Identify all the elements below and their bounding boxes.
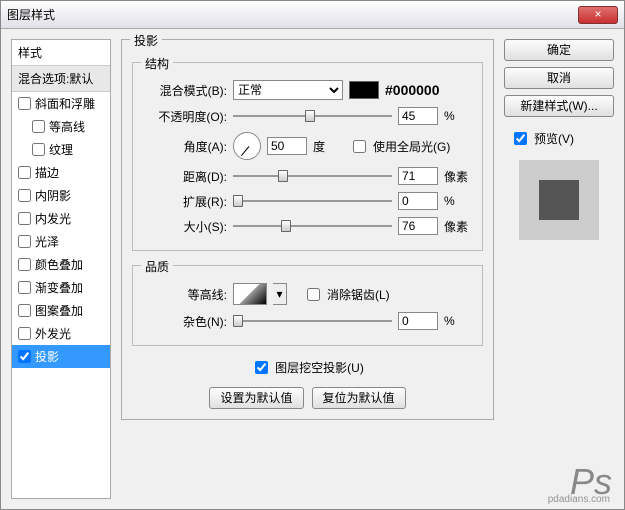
reset-default-button[interactable]: 复位为默认值 <box>312 387 406 409</box>
make-default-button[interactable]: 设置为默认值 <box>209 387 303 409</box>
spread-unit: % <box>444 194 474 208</box>
style-item-checkbox[interactable] <box>18 350 31 363</box>
style-item-checkbox[interactable] <box>18 235 31 248</box>
quality-title: 品质 <box>141 258 173 275</box>
center-panel: 投影 结构 混合模式(B): 正常 #000000 不透明度(O): 45 % <box>121 39 494 499</box>
watermark-url: pdadians.com <box>548 494 610 505</box>
style-item-label: 图案叠加 <box>35 302 83 319</box>
style-item-8[interactable]: 渐变叠加 <box>12 276 110 299</box>
style-item-3[interactable]: 描边 <box>12 161 110 184</box>
section-title: 投影 <box>130 32 162 49</box>
preview-thumbnail <box>519 160 599 240</box>
noise-label: 杂色(N): <box>141 313 227 330</box>
style-item-label: 描边 <box>35 164 59 181</box>
style-item-6[interactable]: 光泽 <box>12 230 110 253</box>
style-item-7[interactable]: 颜色叠加 <box>12 253 110 276</box>
style-item-label: 内发光 <box>35 210 71 227</box>
style-item-5[interactable]: 内发光 <box>12 207 110 230</box>
shadow-color-hex: #000000 <box>385 82 440 98</box>
opacity-value[interactable]: 45 <box>398 107 438 125</box>
contour-picker[interactable] <box>233 283 267 305</box>
style-list: 样式 混合选项:默认 斜面和浮雕等高线纹理描边内阴影内发光光泽颜色叠加渐变叠加图… <box>11 39 111 499</box>
style-item-label: 内阴影 <box>35 187 71 204</box>
style-item-checkbox[interactable] <box>18 212 31 225</box>
size-value[interactable]: 76 <box>398 217 438 235</box>
cancel-button[interactable]: 取消 <box>504 67 614 89</box>
shadow-color-swatch[interactable] <box>349 81 379 99</box>
style-item-label: 渐变叠加 <box>35 279 83 296</box>
style-item-label: 等高线 <box>49 118 85 135</box>
spread-value[interactable]: 0 <box>398 192 438 210</box>
noise-slider[interactable] <box>233 313 392 329</box>
opacity-slider[interactable] <box>233 108 392 124</box>
blend-mode-select[interactable]: 正常 <box>233 80 343 100</box>
titlebar: 图层样式 × <box>1 1 624 29</box>
size-unit: 像素 <box>444 218 474 235</box>
style-item-1[interactable]: 等高线 <box>12 115 110 138</box>
style-item-2[interactable]: 纹理 <box>12 138 110 161</box>
noise-value[interactable]: 0 <box>398 312 438 330</box>
blend-options-header[interactable]: 混合选项:默认 <box>12 66 110 92</box>
right-panel: 确定 取消 新建样式(W)... 预览(V) <box>504 39 614 499</box>
style-item-label: 颜色叠加 <box>35 256 83 273</box>
style-item-checkbox[interactable] <box>18 281 31 294</box>
global-light-checkbox[interactable]: 使用全局光(G) <box>349 137 450 156</box>
spread-label: 扩展(R): <box>141 193 227 210</box>
contour-label: 等高线: <box>141 286 227 303</box>
opacity-unit: % <box>444 109 474 123</box>
style-item-label: 纹理 <box>49 141 73 158</box>
knockout-checkbox[interactable]: 图层挖空投影(U) <box>251 358 364 377</box>
contour-dropdown-icon[interactable]: ▾ <box>273 283 287 305</box>
style-item-checkbox[interactable] <box>18 327 31 340</box>
window-title: 图层样式 <box>7 6 578 23</box>
style-item-4[interactable]: 内阴影 <box>12 184 110 207</box>
style-item-checkbox[interactable] <box>18 189 31 202</box>
angle-dial[interactable] <box>233 132 261 160</box>
preview-checkbox[interactable]: 预览(V) <box>510 129 614 148</box>
style-item-label: 斜面和浮雕 <box>35 95 95 112</box>
style-item-11[interactable]: 投影 <box>12 345 110 368</box>
opacity-label: 不透明度(O): <box>141 108 227 125</box>
close-button[interactable]: × <box>578 6 618 24</box>
antialias-checkbox[interactable]: 消除锯齿(L) <box>303 285 390 304</box>
style-item-label: 外发光 <box>35 325 71 342</box>
style-item-label: 光泽 <box>35 233 59 250</box>
distance-slider[interactable] <box>233 168 392 184</box>
style-item-checkbox[interactable] <box>18 97 31 110</box>
distance-unit: 像素 <box>444 168 474 185</box>
noise-unit: % <box>444 314 474 328</box>
style-item-0[interactable]: 斜面和浮雕 <box>12 92 110 115</box>
structure-title: 结构 <box>141 55 173 72</box>
size-slider[interactable] <box>233 218 392 234</box>
angle-label: 角度(A): <box>141 138 227 155</box>
style-item-label: 投影 <box>35 348 59 365</box>
distance-label: 距离(D): <box>141 168 227 185</box>
size-label: 大小(S): <box>141 218 227 235</box>
angle-value[interactable]: 50 <box>267 137 307 155</box>
styles-header[interactable]: 样式 <box>12 40 110 66</box>
ok-button[interactable]: 确定 <box>504 39 614 61</box>
new-style-button[interactable]: 新建样式(W)... <box>504 95 614 117</box>
style-item-checkbox[interactable] <box>18 166 31 179</box>
spread-slider[interactable] <box>233 193 392 209</box>
style-item-checkbox[interactable] <box>32 143 45 156</box>
distance-value[interactable]: 71 <box>398 167 438 185</box>
style-item-9[interactable]: 图案叠加 <box>12 299 110 322</box>
style-item-10[interactable]: 外发光 <box>12 322 110 345</box>
style-item-checkbox[interactable] <box>18 258 31 271</box>
style-item-checkbox[interactable] <box>32 120 45 133</box>
angle-unit: 度 <box>313 138 343 155</box>
style-item-checkbox[interactable] <box>18 304 31 317</box>
blend-mode-label: 混合模式(B): <box>141 82 227 99</box>
